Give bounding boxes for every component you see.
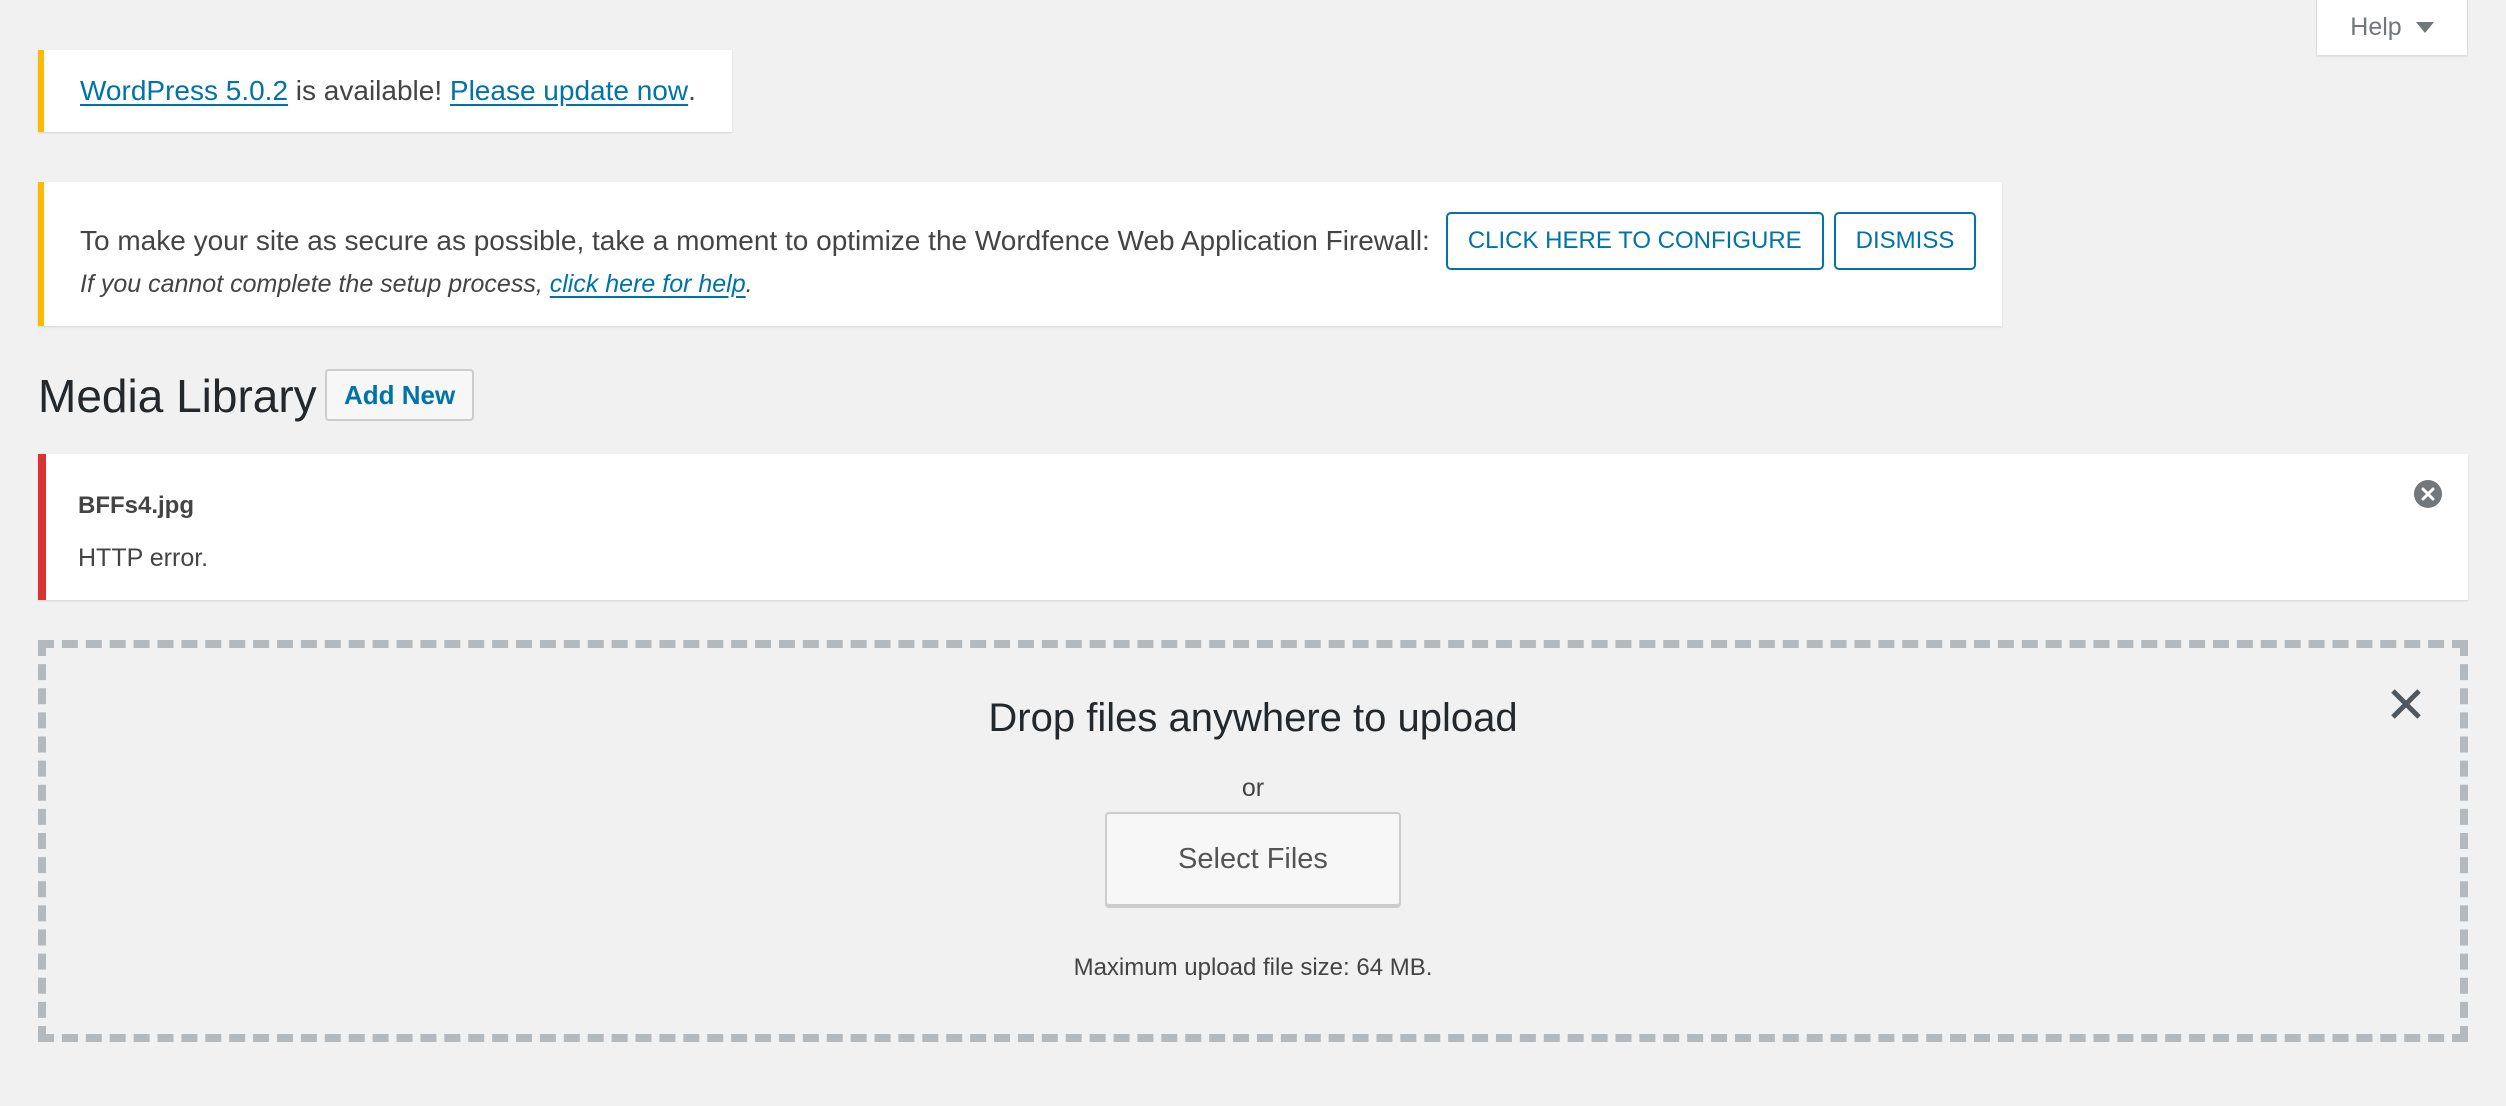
- wordfence-message: To make your site as secure as possible,…: [80, 225, 1430, 256]
- or-text: or: [1241, 774, 1265, 802]
- wordfence-help-text: If you cannot complete the setup process…: [80, 270, 550, 298]
- select-files-button[interactable]: Select Files: [1105, 812, 1401, 906]
- dismiss-wordfence-button[interactable]: DISMISS: [1833, 212, 1977, 270]
- wordfence-help-link[interactable]: click here for help: [550, 270, 746, 298]
- configure-firewall-button[interactable]: CLICK HERE TO CONFIGURE: [1445, 212, 1824, 270]
- upload-error-notice: BFFs4.jpg HTTP error.: [38, 454, 2468, 600]
- max-upload-size: Maximum upload file size: 64 MB.: [1073, 954, 1433, 981]
- drop-files-heading: Drop files anywhere to upload: [988, 696, 1518, 740]
- wordfence-message-row: To make your site as secure as possible,…: [80, 212, 1977, 270]
- wordfence-notice: To make your site as secure as possible,…: [38, 182, 2002, 326]
- caret-down-icon: [2415, 22, 2434, 33]
- error-message: HTTP error.: [78, 544, 209, 572]
- wordpress-version-link[interactable]: WordPress 5.0.2: [80, 75, 288, 107]
- wordfence-help-period: .: [745, 270, 753, 298]
- wordfence-help-row: If you cannot complete the setup process…: [80, 270, 753, 299]
- update-notice: WordPress 5.0.2 is available! Please upd…: [38, 50, 732, 132]
- update-notice-text: is available!: [288, 75, 450, 106]
- help-label: Help: [2350, 13, 2402, 41]
- page-title: Media Library: [38, 370, 317, 422]
- dismiss-circle-icon[interactable]: [2414, 480, 2442, 508]
- add-new-button[interactable]: Add New: [325, 369, 475, 421]
- update-notice-period: .: [688, 75, 696, 106]
- upload-drop-zone[interactable]: Drop files anywhere to upload or Select …: [38, 640, 2468, 1042]
- error-filename: BFFs4.jpg: [78, 492, 195, 519]
- help-tab-button[interactable]: Help: [2316, 0, 2468, 56]
- update-now-link[interactable]: Please update now: [450, 75, 688, 107]
